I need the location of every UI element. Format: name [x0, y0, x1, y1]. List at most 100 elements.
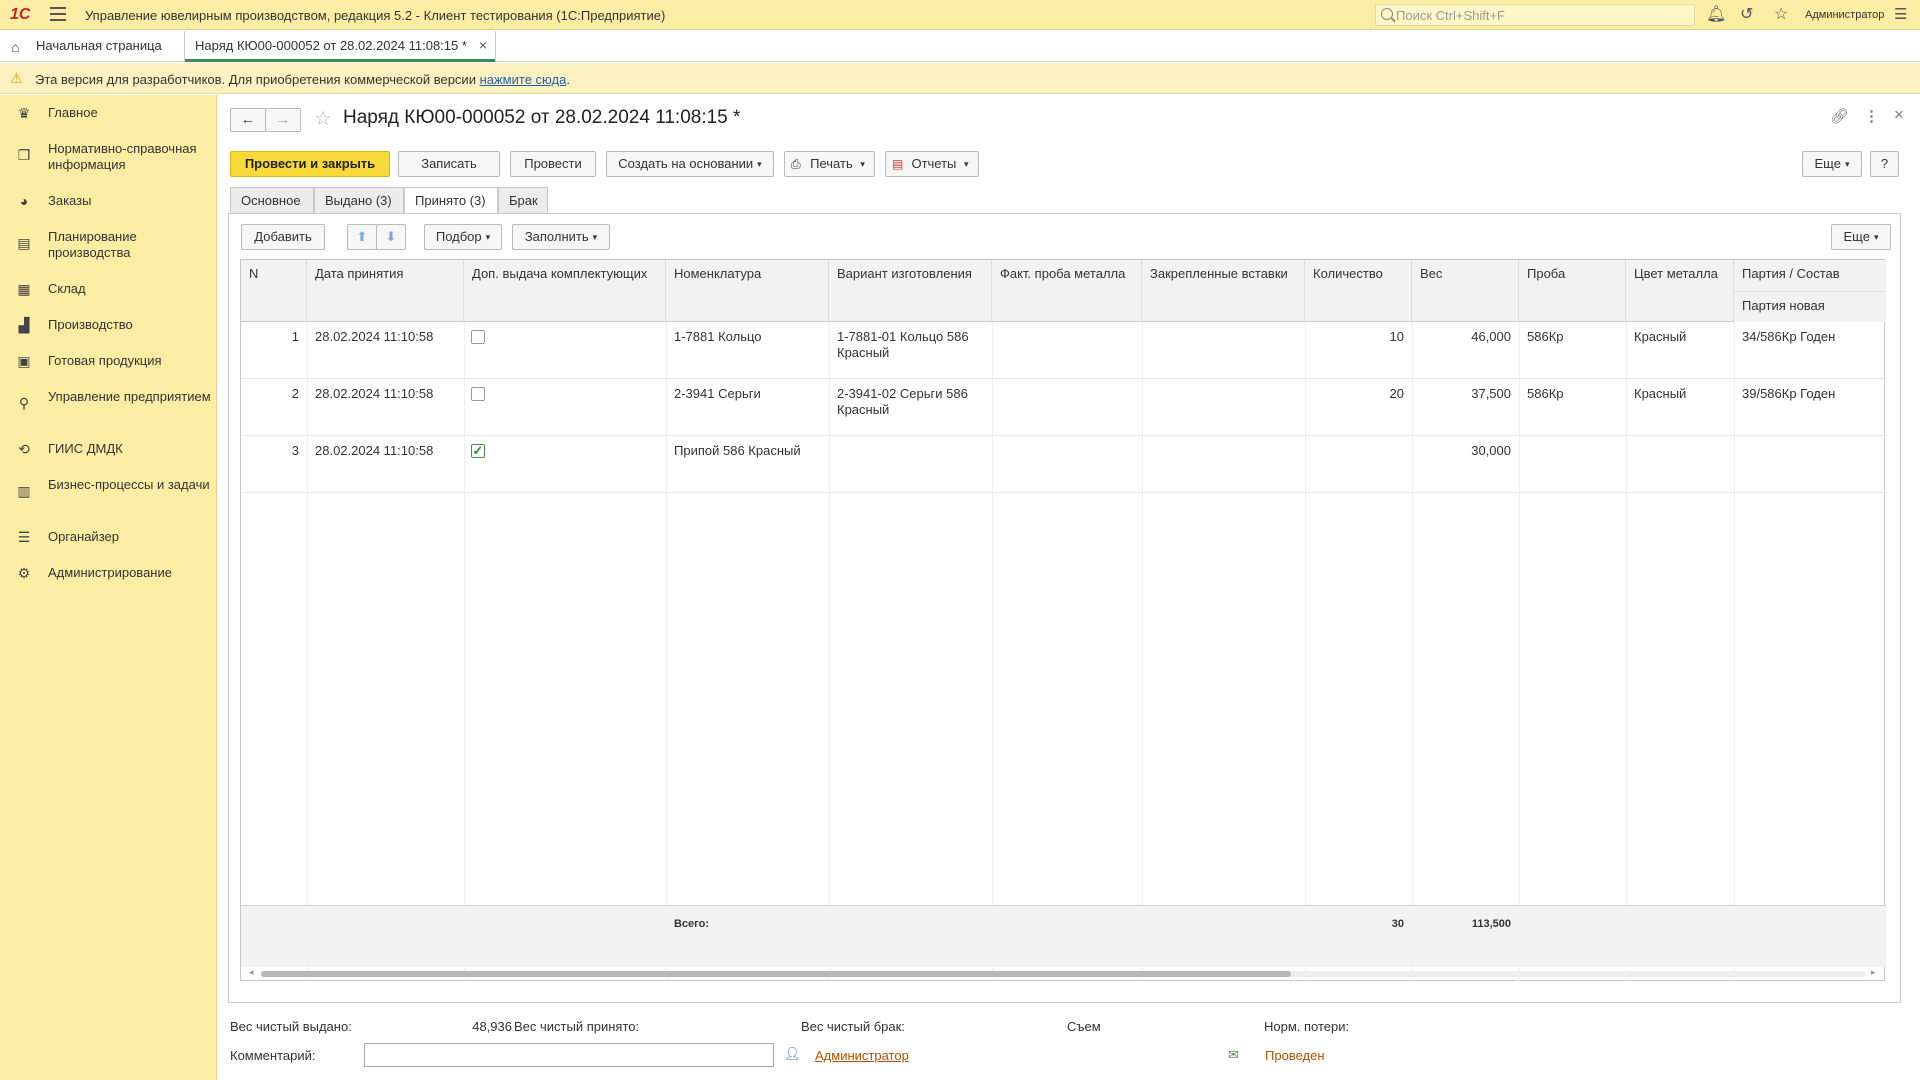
warning-link[interactable]: нажмите сюда: [480, 72, 567, 87]
cell-nomenclature: Припой 586 Красный: [674, 443, 801, 458]
post-and-close-button[interactable]: Провести и закрыть: [230, 151, 390, 177]
hamburger-menu-icon[interactable]: [50, 7, 66, 21]
column-header-date[interactable]: Дата принятия: [307, 260, 464, 322]
history-icon[interactable]: ↺: [1740, 6, 1753, 24]
bell-icon[interactable]: 🔔︎: [1706, 6, 1726, 24]
scroll-left-icon[interactable]: ◂: [249, 967, 254, 978]
posted-status-icon: ✉: [1228, 1047, 1239, 1062]
reports-label: Отчеты: [911, 156, 957, 171]
active-tab-indicator: [185, 59, 495, 62]
add-button[interactable]: Добавить: [241, 224, 325, 250]
help-button[interactable]: ?: [1870, 151, 1899, 177]
cell-batch: 34/586Кр Годен: [1742, 329, 1836, 344]
column-header-weight[interactable]: Вес: [1412, 260, 1519, 322]
cell-n: 3: [291, 443, 299, 458]
cell-weight: 30,000: [1471, 443, 1511, 458]
tab-main[interactable]: Основное: [230, 187, 314, 213]
extra-issue-checkbox-checked[interactable]: ✓: [471, 444, 485, 458]
cell-qty: 20: [1389, 386, 1404, 401]
sidebar-item-label: Склад: [48, 281, 86, 296]
create-based-on-button[interactable]: Создать на основании: [606, 151, 774, 177]
current-user[interactable]: Администратор: [1805, 9, 1884, 21]
comment-label: Комментарий:: [230, 1048, 316, 1063]
gear-icon: ⚙: [17, 565, 31, 581]
sections-panel: ♛ Главное ❐ Нормативно-справочная информ…: [0, 95, 217, 1080]
table-more-button[interactable]: Еще: [1831, 224, 1891, 250]
arrow-down-icon: ⬇: [385, 229, 397, 244]
refresh-search-icon: ⟲: [18, 441, 30, 457]
scrollbar-thumb[interactable]: [261, 971, 1291, 977]
developer-warning-bar: ⚠ Эта версия для разработчиков. Для прио…: [0, 63, 1920, 94]
horizontal-scrollbar[interactable]: ◂ ▸: [249, 967, 1879, 978]
table-row[interactable]: 1 28.02.2024 11:10:58 1-7881 Кольцо 1-78…: [241, 322, 1886, 379]
scroll-right-icon[interactable]: ▸: [1871, 967, 1876, 978]
tab-home[interactable]: ⌂ Начальная страница: [0, 31, 180, 61]
forward-button[interactable]: →: [265, 108, 301, 132]
tab-issued[interactable]: Выдано (3): [314, 187, 404, 213]
move-down-button[interactable]: ⬇: [376, 224, 406, 250]
net-defect-label: Вес чистый брак:: [801, 1019, 905, 1034]
cell-date: 28.02.2024 11:10:58: [315, 329, 434, 344]
link-icon[interactable]: 🔗︎: [1830, 107, 1849, 125]
post-button[interactable]: Провести: [510, 151, 596, 177]
reports-button[interactable]: ▤ Отчеты: [885, 151, 979, 177]
column-header-extra-issue[interactable]: Доп. выдача комплектующих: [464, 260, 666, 322]
removal-label: Съем: [1067, 1019, 1101, 1034]
column-header-new-batch[interactable]: Партия новая: [1734, 291, 1886, 322]
print-button[interactable]: ⎙ Печать: [784, 151, 875, 177]
warning-suffix: .: [566, 72, 570, 87]
cell-proba: 586Кр: [1527, 329, 1564, 344]
column-header-fact-proba[interactable]: Факт. проба металла: [992, 260, 1142, 322]
more-vertical-icon[interactable]: ⋮: [1864, 107, 1879, 125]
tab-accepted[interactable]: Принято (3): [404, 187, 498, 214]
column-header-proba[interactable]: Проба: [1519, 260, 1626, 322]
net-issued-value: 48,936: [472, 1019, 512, 1034]
arrow-left-icon: ←: [240, 111, 256, 128]
clipboard-icon: ▤: [17, 235, 31, 251]
column-header-nomenclature[interactable]: Номенклатура: [666, 260, 829, 322]
fill-button[interactable]: Заполнить: [512, 224, 610, 250]
column-header-n[interactable]: N: [241, 260, 307, 322]
favorite-star-icon[interactable]: ☆: [314, 106, 332, 131]
move-up-button[interactable]: ⬆: [347, 224, 377, 250]
comment-field[interactable]: [364, 1043, 774, 1067]
warning-text: Эта версия для разработчиков. Для приобр…: [35, 72, 570, 87]
home-icon: ⌂: [11, 39, 20, 55]
extra-issue-checkbox[interactable]: [471, 387, 485, 401]
author-link[interactable]: Администратор: [815, 1048, 909, 1063]
bag-icon: ▣: [17, 353, 31, 369]
tab-defect[interactable]: Брак: [498, 187, 548, 213]
sidebar-item-label: Управление предприятием: [48, 389, 211, 404]
more-button[interactable]: Еще: [1802, 151, 1862, 177]
save-button[interactable]: Записать: [398, 151, 500, 177]
column-header-qty[interactable]: Количество: [1305, 260, 1412, 322]
close-icon[interactable]: ×: [1894, 105, 1904, 125]
table-row[interactable]: 2 28.02.2024 11:10:58 2-3941 Серьги 2-39…: [241, 379, 1886, 436]
sidebar-item-label: Бизнес-процессы и задачи: [48, 477, 210, 492]
pie-icon: ◕: [19, 193, 29, 209]
page-title: Наряд КЮ00-000052 от 28.02.2024 11:08:15…: [343, 107, 741, 128]
tab-home-label: Начальная страница: [36, 38, 162, 53]
pick-button[interactable]: Подбор: [424, 224, 502, 250]
cell-weight: 46,000: [1471, 329, 1511, 344]
search-input[interactable]: Поиск Ctrl+Shift+F: [1375, 4, 1695, 26]
table-row[interactable]: 3 28.02.2024 11:10:58 ✓ Припой 586 Красн…: [241, 436, 1886, 493]
search-placeholder: Поиск Ctrl+Shift+F: [1396, 8, 1505, 23]
close-icon[interactable]: ×: [479, 37, 487, 53]
settings-menu-icon[interactable]: ☰: [1894, 6, 1907, 24]
column-header-color[interactable]: Цвет металла: [1626, 260, 1734, 322]
cell-proba: 586Кр: [1527, 386, 1564, 401]
title-bar: 1С Управление ювелирным производством, р…: [0, 0, 1920, 30]
tasks-icon: ▥: [17, 483, 31, 499]
tab-document[interactable]: Наряд КЮ00-000052 от 28.02.2024 11:08:15…: [184, 31, 496, 62]
extra-issue-checkbox[interactable]: [471, 330, 485, 344]
column-header-variant[interactable]: Вариант изготовления: [829, 260, 992, 322]
column-header-inserts[interactable]: Закрепленные вставки: [1142, 260, 1305, 322]
tab-document-label: Наряд КЮ00-000052 от 28.02.2024 11:08:15…: [195, 38, 467, 53]
back-button[interactable]: ←: [230, 108, 266, 132]
table-footer: Всего: 30 113,500: [241, 905, 1886, 967]
cell-color: Красный: [1634, 329, 1687, 344]
cell-n: 1: [291, 329, 299, 344]
star-icon[interactable]: ☆: [1774, 6, 1788, 24]
org-icon: ⚲: [18, 395, 30, 411]
